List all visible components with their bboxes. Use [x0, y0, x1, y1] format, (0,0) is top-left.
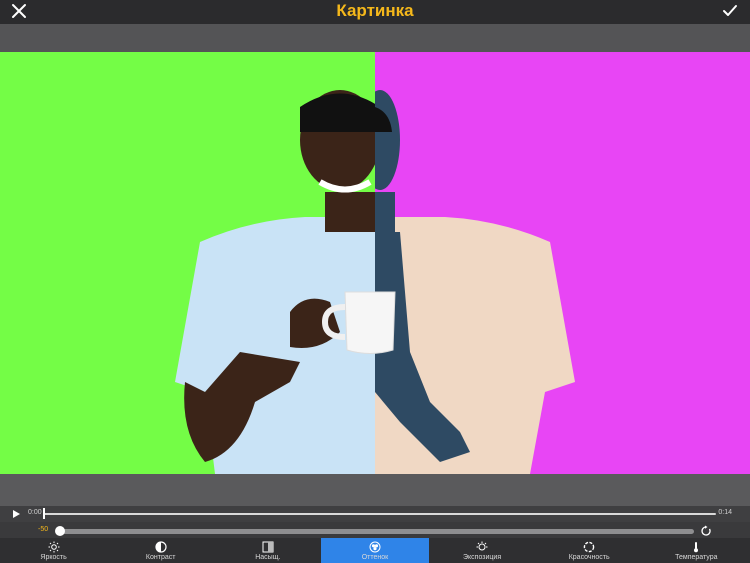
tool-label: Температура [675, 554, 718, 561]
vibrance-icon [583, 541, 595, 553]
tool-hue[interactable]: Оттенок [321, 538, 429, 563]
photo-subject [175, 90, 575, 474]
adjustment-toolbar: Яркость Контраст Насыщ. Оттенок Экспозиц… [0, 538, 750, 563]
contrast-icon [155, 541, 167, 553]
image-canvas[interactable] [0, 52, 750, 474]
tool-saturation[interactable]: Насыщ. [214, 538, 321, 563]
thermometer-icon [694, 542, 699, 553]
play-icon[interactable] [11, 509, 21, 519]
saturation-icon [262, 541, 274, 553]
tool-brightness[interactable]: Яркость [0, 538, 107, 563]
adjust-slider-knob[interactable] [55, 526, 65, 536]
adjust-slider-track[interactable] [60, 529, 694, 534]
tool-contrast[interactable]: Контраст [107, 538, 214, 563]
checkmark-icon[interactable] [722, 3, 738, 19]
tool-label: Насыщ. [255, 554, 281, 561]
timeline-playhead[interactable] [43, 508, 45, 519]
tool-label: Оттенок [361, 554, 389, 561]
reset-icon[interactable] [700, 525, 712, 537]
sun-icon [48, 541, 60, 553]
time-total: 0:14 [718, 509, 732, 516]
time-current: 0:00 [28, 509, 42, 516]
canvas-footer-strip [0, 474, 750, 506]
tool-temperature[interactable]: Температура [643, 538, 750, 563]
exposure-icon [476, 541, 488, 551]
timeline-track[interactable] [44, 513, 716, 515]
tool-label: Экспозиция [463, 554, 502, 561]
tool-exposure[interactable]: Экспозиция [429, 538, 536, 563]
hue-icon [369, 541, 381, 553]
tool-vibrance[interactable]: Красочность [536, 538, 643, 563]
tool-label: Яркость [40, 554, 67, 561]
adjust-value: -50 [38, 526, 49, 533]
tool-label: Контраст [145, 554, 176, 561]
tool-label: Красочность [568, 554, 610, 561]
preview-header-strip [0, 24, 750, 52]
top-bar: Картинка [0, 0, 750, 24]
page-title: Картинка [336, 1, 414, 20]
